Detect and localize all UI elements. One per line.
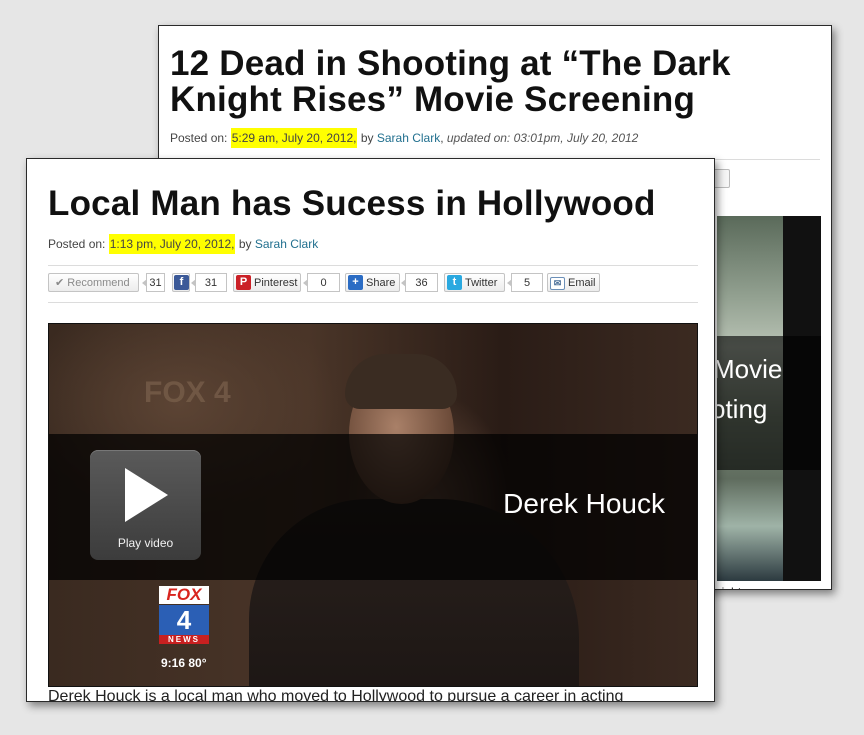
play-video-label: Play video xyxy=(117,536,174,550)
back-article-title: 12 Dead in Shooting at “The Dark Knight … xyxy=(170,44,731,119)
by-label: by xyxy=(238,237,252,251)
email-button[interactable]: ✉ Email xyxy=(547,273,600,292)
fox4-news-logo: FOX 4 NEWS xyxy=(159,586,209,644)
facebook-icon: f xyxy=(174,275,189,290)
posted-label: Posted on: xyxy=(170,131,228,145)
video-title-line1: Movie xyxy=(717,354,783,384)
twitter-count: 5 xyxy=(507,273,543,292)
check-icon: ✔ xyxy=(55,277,65,289)
recommend-button[interactable]: ✔ Recommend xyxy=(48,273,139,292)
front-article-card: Local Man has Sucess in Hollywood Posted… xyxy=(26,158,715,702)
back-article-meta: Posted on: 5:29 am, July 20, 2012, by Sa… xyxy=(170,128,639,148)
share-button[interactable]: + Share xyxy=(345,273,400,292)
share-count: 36 xyxy=(401,273,438,292)
time-temperature: 9:16 80° xyxy=(161,656,207,670)
article-caption: Derek Houck is a local man who moved to … xyxy=(48,688,624,702)
recommend-count: 31 xyxy=(142,273,165,292)
video-player[interactable]: FOX 4 Play video Derek Houck FOX 4 NEWS … xyxy=(48,323,698,687)
share-plus-icon: + xyxy=(348,275,363,290)
twitter-icon: t xyxy=(447,275,462,290)
pinterest-button[interactable]: P Pinterest xyxy=(233,273,301,292)
author-link[interactable]: Sarah Clark xyxy=(255,237,318,251)
posted-time-highlight: 5:29 am, July 20, 2012, xyxy=(230,128,358,148)
twitter-button[interactable]: t Twitter xyxy=(444,273,505,292)
by-label: by xyxy=(360,131,374,145)
fox4-wall-watermark: FOX 4 xyxy=(144,376,231,409)
back-video-player[interactable]: Movie oting xyxy=(717,216,821,581)
back-caption-cutoff: night xyxy=(715,585,741,589)
email-icon: ✉ xyxy=(550,277,565,290)
facebook-count: 31 xyxy=(191,273,227,292)
divider-top xyxy=(48,265,698,266)
updated-text: updated on: 03:01pm, July 20, 2012 xyxy=(446,131,639,145)
front-article-title: Local Man has Sucess in Hollywood xyxy=(48,184,656,223)
facebook-button[interactable]: f xyxy=(172,273,190,292)
author-link[interactable]: Sarah Clark xyxy=(377,131,440,145)
posted-time-highlight: 1:13 pm, July 20, 2012, xyxy=(108,234,236,254)
video-title-line2: oting xyxy=(717,394,768,424)
play-video-button[interactable]: Play video xyxy=(90,450,201,560)
front-article-meta: Posted on: 1:13 pm, July 20, 2012, by Sa… xyxy=(48,234,318,254)
pinterest-count: 0 xyxy=(303,273,340,292)
divider-bottom xyxy=(48,302,698,303)
posted-label: Posted on: xyxy=(48,237,106,251)
video-name-overlay: Derek Houck xyxy=(503,488,665,519)
share-bar: ✔ Recommend 31 f 31 P Pinterest 0 + Share … xyxy=(48,273,708,295)
pinterest-icon: P xyxy=(236,275,251,290)
play-icon xyxy=(125,468,168,522)
